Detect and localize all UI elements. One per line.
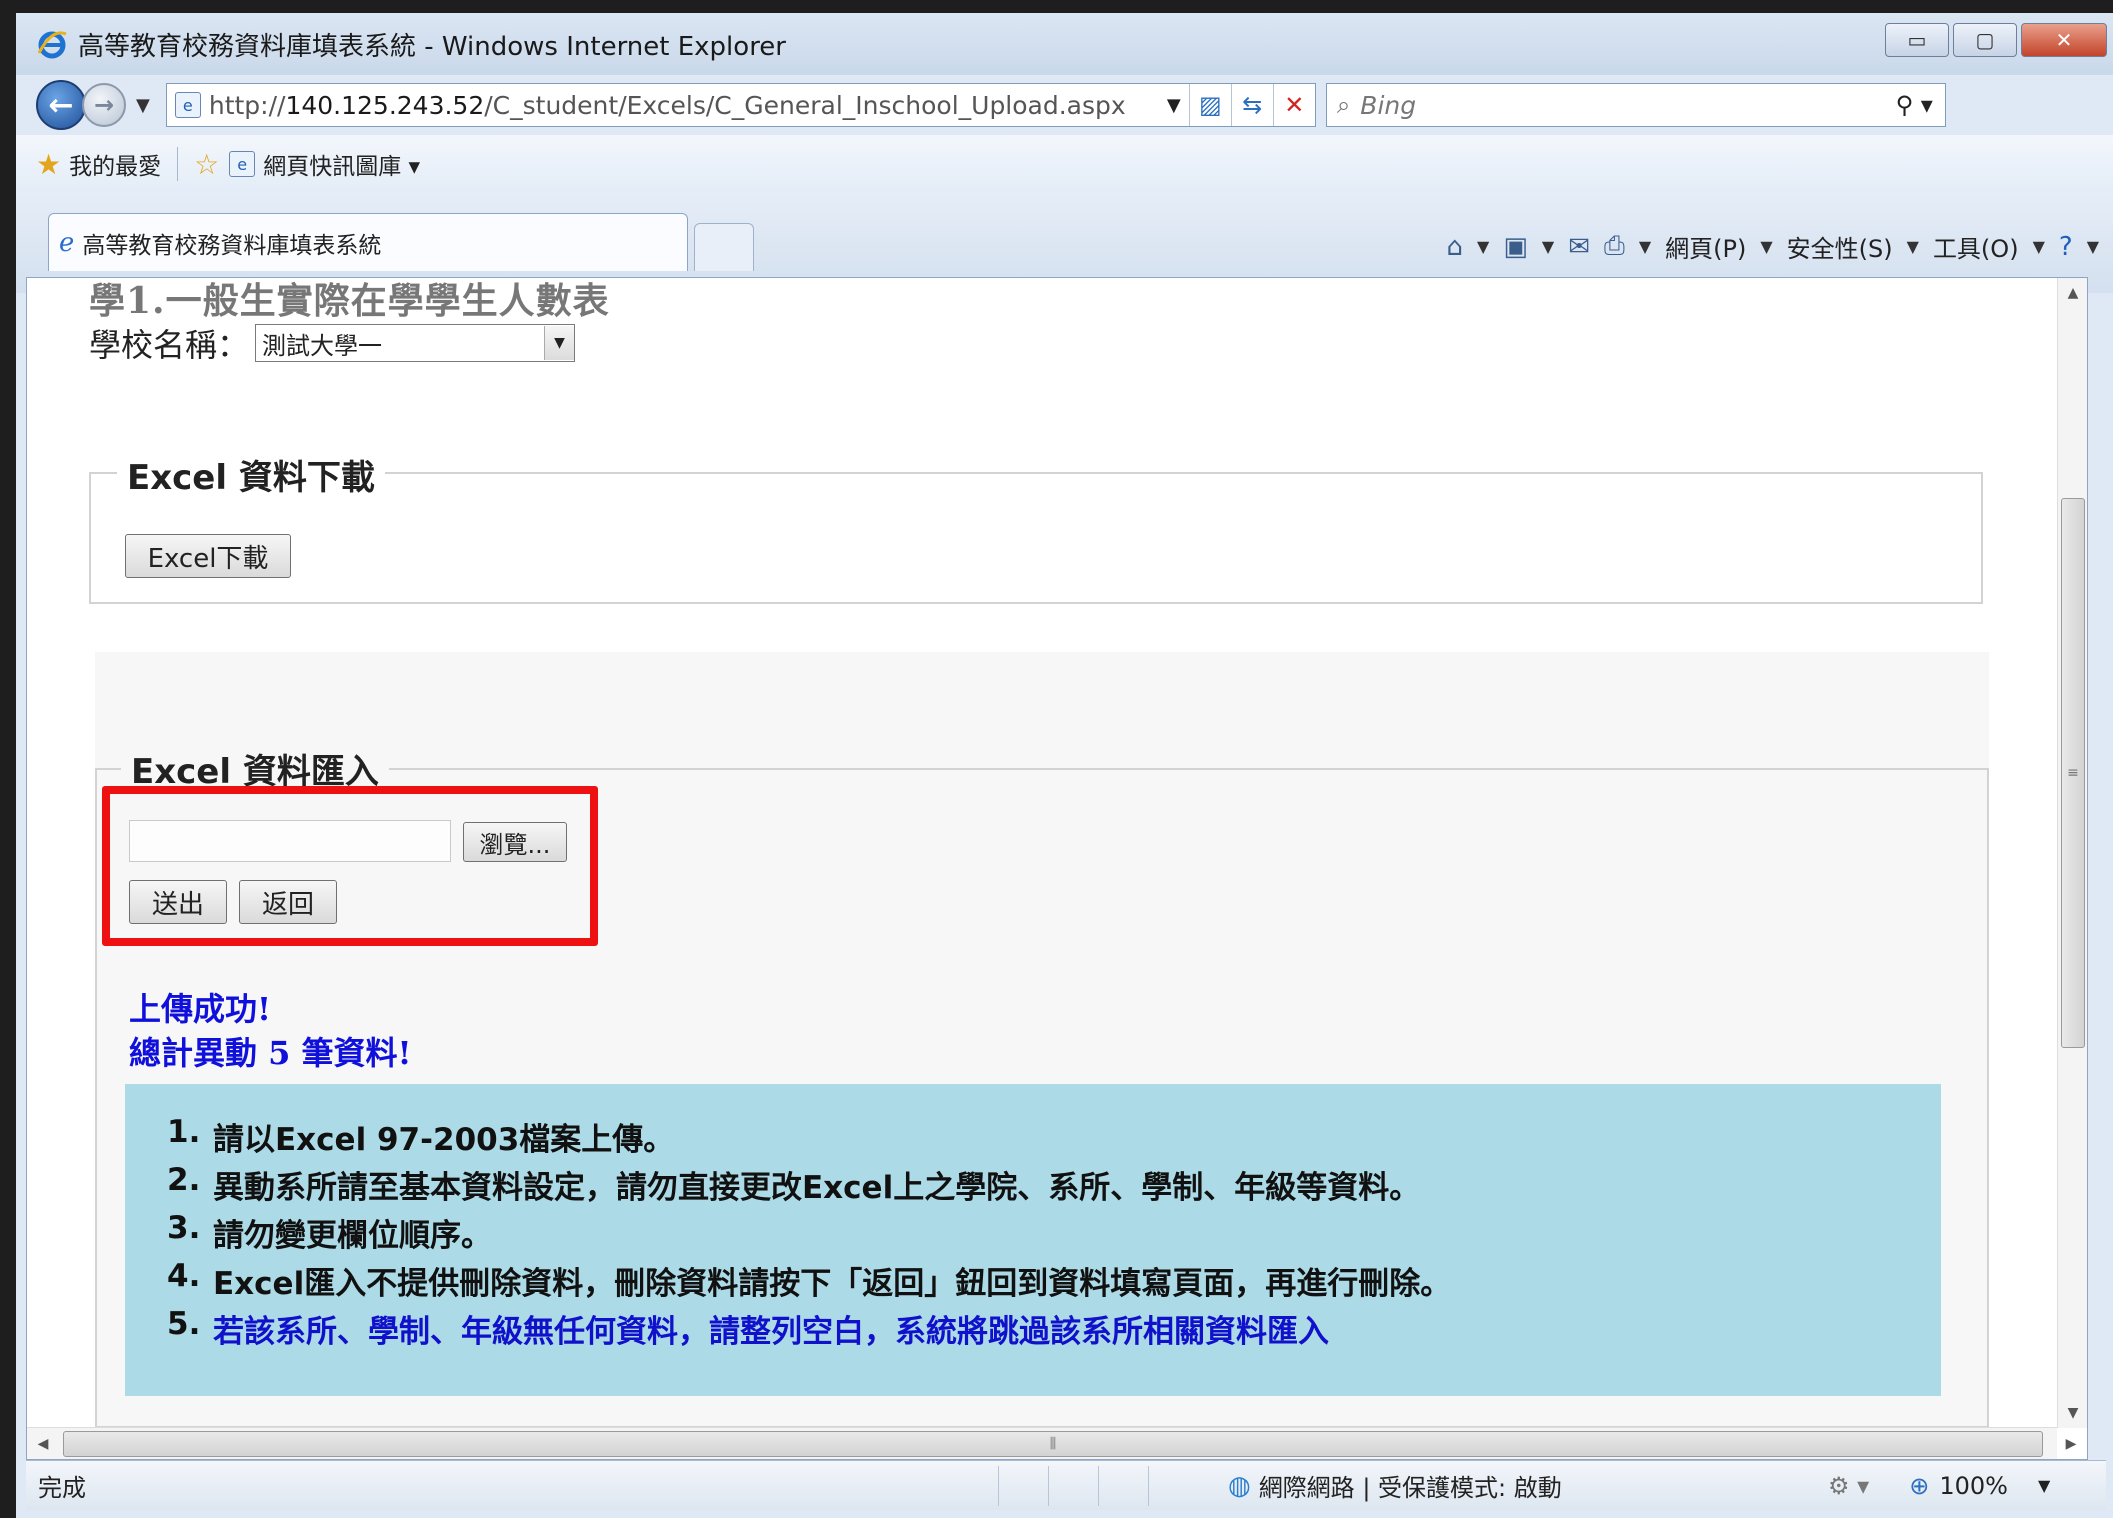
print-icon[interactable]: ⎙: [1604, 231, 1625, 262]
minimize-button[interactable]: ▭: [1885, 23, 1949, 57]
page-title: 學1.一般生實際在學學生人數表: [89, 280, 610, 322]
back-button[interactable]: ←: [36, 80, 86, 130]
ie-tab-icon: ℯ: [59, 227, 75, 258]
ie-logo-icon: [36, 28, 68, 60]
add-favorite-icon[interactable]: ☆: [194, 148, 219, 181]
zone-label: 網際網路 | 受保護模式: 啟動: [1258, 1474, 1562, 1502]
page-viewport: 學1.一般生實際在學學生人數表 學校名稱： 測試大學一 ▼ Excel 資料下載…: [26, 277, 2088, 1460]
vertical-scroll-thumb[interactable]: ≡: [2061, 498, 2085, 1048]
address-row: ← → ▼ e http://140.125.243.52/C_student/…: [16, 75, 2113, 135]
upload-success-message: 上傳成功!: [129, 990, 272, 1028]
command-bar: ⌂ ▼ ▣ ▼ ✉ ⎙ ▼ 網頁(P) ▼ 安全性(S) ▼ 工具(O) ▼ ? ▼: [1447, 229, 2100, 264]
stop-icon[interactable]: ✕: [1272, 84, 1315, 126]
favorites-button[interactable]: 我的最愛: [69, 147, 161, 181]
list-item: 1. 請以Excel 97-2003檔案上傳。: [167, 1114, 675, 1158]
zoom-level: 100%: [1939, 1471, 2008, 1500]
search-input[interactable]: Bing: [1360, 91, 1895, 120]
school-select-value: 測試大學一: [262, 331, 383, 360]
scroll-right-icon[interactable]: ▶: [2055, 1428, 2087, 1459]
search-icon[interactable]: ⚲ ▾: [1896, 91, 1933, 119]
page-icon: e: [174, 92, 201, 118]
close-icon: ✕: [2055, 28, 2073, 52]
close-button[interactable]: ✕: [2021, 23, 2107, 57]
chevron-down-icon: ▼: [2032, 237, 2045, 256]
address-url[interactable]: http://140.125.243.52/C_student/Excels/C…: [209, 91, 1159, 120]
divider: [177, 147, 179, 181]
web-slice-gallery-link[interactable]: 網頁快訊圖庫 ▾: [263, 147, 420, 181]
scroll-left-icon[interactable]: ◀: [27, 1428, 59, 1459]
title-bar: 高等教育校務資料庫填表系統 - Windows Internet Explore…: [16, 13, 2113, 75]
zoom-icon: ⊕: [1909, 1471, 1930, 1500]
safety-menu[interactable]: 安全性(S): [1787, 229, 1893, 264]
list-item: 2. 異動系所請至基本資料設定，請勿直接更改Excel上之學院、系所、學制、年級等…: [167, 1162, 1421, 1206]
tab-label: 高等教育校務資料庫填表系統: [82, 232, 382, 259]
help-icon[interactable]: ?: [2059, 232, 2073, 262]
status-bar: 完成 ◍ 網際網路 | 受保護模式: 啟動 ⚙ ▾ ⊕ 100% ▼: [26, 1460, 2106, 1510]
scroll-down-icon[interactable]: ▼: [2058, 1398, 2087, 1428]
window-title: 高等教育校務資料庫填表系統 - Windows Internet Explore…: [78, 31, 786, 62]
chevron-down-icon: ▼: [1906, 237, 1919, 256]
globe-icon: ◍: [1228, 1470, 1251, 1501]
search-provider-icon: ⌕: [1336, 91, 1351, 119]
instructions-box: 1. 請以Excel 97-2003檔案上傳。 2. 異動系所請至基本資料設定，請勿…: [125, 1084, 1941, 1396]
minimize-icon: ▭: [1907, 28, 1927, 52]
chevron-down-icon: ▼: [1760, 237, 1773, 256]
home-dropdown-icon[interactable]: ▼: [1477, 237, 1489, 256]
mail-icon[interactable]: ✉: [1568, 232, 1590, 262]
address-dropdown-icon[interactable]: ▼: [1159, 95, 1189, 116]
change-count-message: 總計異動 5 筆資料!: [129, 1034, 412, 1072]
new-tab-button[interactable]: [694, 223, 754, 271]
feeds-icon[interactable]: ▣: [1503, 232, 1528, 262]
web-slice-icon: e: [229, 151, 256, 177]
help-dropdown-icon[interactable]: ▼: [2087, 237, 2099, 256]
page-menu[interactable]: 網頁(P): [1665, 229, 1746, 264]
tools-menu[interactable]: 工具(O): [1933, 229, 2019, 264]
zoom-control[interactable]: ⊕ 100% ▼: [1909, 1472, 2050, 1500]
excel-download-button[interactable]: Excel下載: [125, 534, 291, 578]
maximize-button[interactable]: ▢: [1953, 23, 2017, 57]
scroll-up-icon[interactable]: ▲: [2058, 278, 2087, 308]
list-item: 3. 請勿變更欄位順序。: [167, 1210, 492, 1254]
horizontal-scrollbar[interactable]: ◀ ⫼ ▶: [27, 1427, 2076, 1459]
list-item: 5. 若該系所、學制、年級無任何資料，請整列空白，系統將跳過該系所相關資料匯入: [167, 1306, 1329, 1350]
forward-arrow-icon: →: [93, 91, 115, 119]
chevron-down-icon[interactable]: ▼: [2038, 1476, 2050, 1495]
home-icon[interactable]: ⌂: [1447, 232, 1464, 262]
list-item: 4. Excel匯入不提供刪除資料，刪除資料請按下「返回」鈕回到資料填寫頁面，再進…: [167, 1258, 1452, 1302]
maximize-icon: ▢: [1975, 28, 1995, 52]
browser-window: 高等教育校務資料庫填表系統 - Windows Internet Explore…: [16, 13, 2113, 1518]
status-cell: [1098, 1465, 1148, 1506]
vertical-scrollbar[interactable]: ▲ ≡ ▼: [2057, 278, 2087, 1428]
status-cell: [1148, 1465, 1198, 1506]
horizontal-scroll-thumb[interactable]: ⫼: [63, 1431, 2043, 1457]
status-cell: [1048, 1465, 1098, 1506]
history-dropdown-icon[interactable]: ▼: [136, 95, 150, 116]
protected-mode-icon[interactable]: ⚙ ▾: [1828, 1472, 1869, 1500]
status-text: 完成: [38, 1474, 86, 1502]
back-arrow-icon: ←: [48, 87, 74, 123]
feeds-dropdown-icon[interactable]: ▼: [1542, 237, 1554, 256]
star-icon: ★: [36, 147, 62, 181]
search-box[interactable]: ⌕ Bing ⚲ ▾: [1325, 83, 1946, 127]
school-select[interactable]: 測試大學一 ▼: [255, 324, 576, 362]
school-label: 學校名稱：: [89, 326, 250, 364]
refresh-icon[interactable]: ⇆: [1230, 84, 1273, 126]
address-bar[interactable]: e http://140.125.243.52/C_student/Excels…: [165, 83, 1316, 127]
status-cell: [998, 1465, 1048, 1506]
tab-current[interactable]: ℯ 高等教育校務資料庫填表系統: [48, 213, 688, 271]
highlight-box: [102, 786, 598, 946]
school-row: 學校名稱： 測試大學一 ▼: [89, 320, 576, 366]
download-legend: Excel 資料下載: [117, 450, 385, 499]
security-zone[interactable]: ◍ 網際網路 | 受保護模式: 啟動: [1228, 1468, 1708, 1503]
compat-view-icon[interactable]: ▨: [1188, 84, 1231, 126]
forward-button[interactable]: →: [82, 83, 126, 127]
favorites-bar: ★ 我的最愛 ☆ e 網頁快訊圖庫 ▾: [16, 135, 2113, 193]
print-dropdown-icon[interactable]: ▼: [1639, 237, 1651, 256]
chevron-down-icon[interactable]: ▼: [544, 326, 575, 360]
